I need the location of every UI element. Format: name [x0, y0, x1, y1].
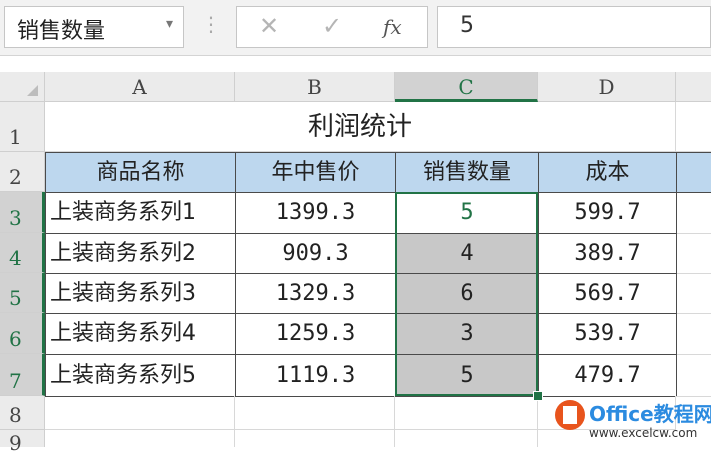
empty-cell[interactable] — [395, 396, 538, 430]
empty-cell[interactable] — [45, 396, 235, 430]
row-header-5[interactable]: 5 — [0, 273, 45, 313]
product-name-cell[interactable]: 上装商务系列3 — [45, 273, 236, 314]
title-cell[interactable]: 利润统计 — [45, 102, 676, 152]
product-name-cell[interactable]: 上装商务系列1 — [45, 192, 236, 234]
empty-cell[interactable] — [676, 233, 711, 274]
formula-input[interactable]: 5 — [437, 6, 711, 48]
row-header-8[interactable]: 8 — [0, 396, 45, 430]
row-header-1[interactable]: 1 — [0, 102, 45, 152]
empty-cell[interactable] — [235, 396, 395, 430]
quantity-cell[interactable]: 4 — [395, 233, 539, 274]
header-cell-quantity[interactable]: 销售数量 — [395, 152, 539, 193]
empty-cell[interactable] — [676, 313, 711, 355]
quantity-cell[interactable]: 5 — [395, 192, 539, 234]
column-header-c[interactable]: C — [395, 72, 538, 102]
cost-cell[interactable]: 539.7 — [538, 313, 677, 355]
cancel-icon[interactable]: ✕ — [259, 12, 279, 40]
product-name-cell[interactable]: 上装商务系列5 — [45, 354, 236, 397]
row-header-9[interactable]: 9 — [0, 430, 45, 455]
price-cell[interactable]: 1399.3 — [235, 192, 396, 234]
header-cell-cost[interactable]: 成本 — [538, 152, 677, 193]
column-header-e[interactable] — [676, 72, 711, 102]
enter-icon[interactable]: ✓ — [322, 12, 342, 40]
watermark-url: www.excelcw.com — [589, 426, 698, 440]
header-cell-product[interactable]: 商品名称 — [45, 152, 236, 193]
column-header-d[interactable]: D — [538, 72, 676, 102]
row-header-4[interactable]: 4 — [0, 233, 45, 273]
price-cell[interactable]: 1119.3 — [235, 354, 396, 397]
price-cell[interactable]: 1259.3 — [235, 313, 396, 355]
cost-cell[interactable]: 479.7 — [538, 354, 677, 397]
empty-cell[interactable] — [676, 273, 711, 314]
formula-bar: 销售数量 ▾ ⋮ ✕ ✓ fx 5 — [0, 0, 711, 56]
quantity-cell[interactable]: 6 — [395, 273, 539, 314]
name-box-value: 销售数量 — [17, 19, 106, 44]
select-all-icon — [27, 85, 38, 96]
office-logo-icon — [555, 400, 585, 430]
empty-cell[interactable] — [235, 430, 395, 447]
product-name-cell[interactable]: 上装商务系列4 — [45, 313, 236, 355]
watermark-brand: Office教程网 — [589, 402, 711, 426]
header-cell-empty[interactable] — [676, 152, 711, 193]
name-box[interactable]: 销售数量 ▾ — [4, 6, 184, 48]
cost-cell[interactable]: 389.7 — [538, 233, 677, 274]
formula-buttons: ✕ ✓ fx — [236, 6, 428, 48]
header-cell-price[interactable]: 年中售价 — [235, 152, 396, 193]
insert-function-icon[interactable]: fx — [383, 15, 402, 39]
select-all-corner[interactable] — [0, 72, 45, 102]
watermark: Office教程网 www.excelcw.com — [555, 398, 711, 447]
grip-icon: ⋮ — [201, 12, 221, 36]
row-header-7[interactable]: 7 — [0, 354, 45, 396]
row-header-6[interactable]: 6 — [0, 313, 45, 354]
row-header-3[interactable]: 3 — [0, 192, 45, 233]
empty-cell[interactable] — [395, 430, 538, 447]
price-cell[interactable]: 909.3 — [235, 233, 396, 274]
product-name-cell[interactable]: 上装商务系列2 — [45, 233, 236, 274]
empty-cell[interactable] — [45, 430, 235, 447]
quantity-cell[interactable]: 5 — [395, 354, 539, 397]
fill-handle[interactable] — [533, 391, 543, 401]
column-header-a[interactable]: A — [45, 72, 235, 102]
cost-cell[interactable]: 569.7 — [538, 273, 677, 314]
column-header-b[interactable]: B — [235, 72, 395, 102]
empty-cell[interactable] — [676, 354, 711, 397]
empty-cell[interactable] — [676, 192, 711, 234]
cost-cell[interactable]: 599.7 — [538, 192, 677, 234]
chevron-down-icon[interactable]: ▾ — [166, 16, 173, 32]
quantity-cell[interactable]: 3 — [395, 313, 539, 355]
price-cell[interactable]: 1329.3 — [235, 273, 396, 314]
row-header-2[interactable]: 2 — [0, 152, 45, 192]
empty-cell[interactable] — [676, 102, 711, 152]
formula-input-value: 5 — [460, 13, 474, 38]
